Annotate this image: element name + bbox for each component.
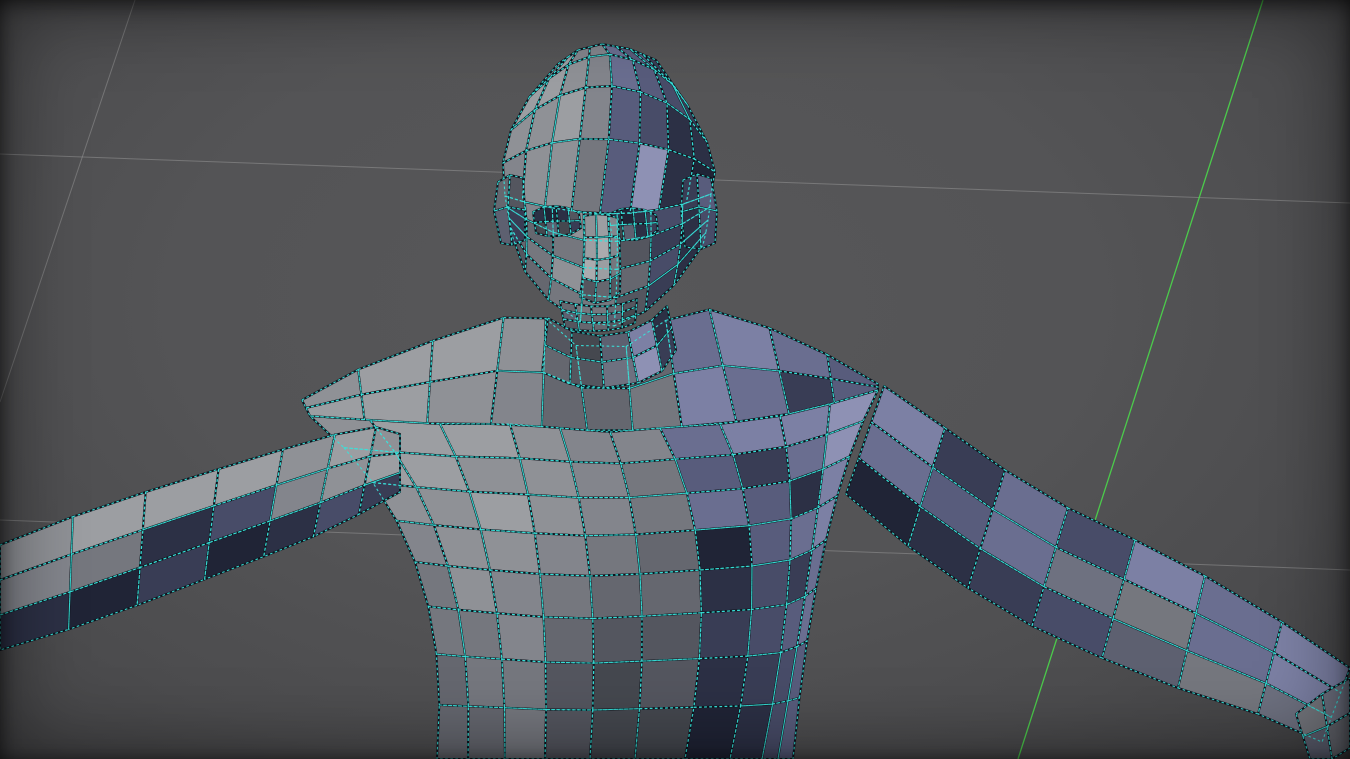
mesh-canvas[interactable] [0, 0, 1350, 759]
mesh-part-right-arm[interactable] [845, 385, 1350, 743]
viewport-3d[interactable] [0, 0, 1350, 759]
human-mesh-faces[interactable] [0, 43, 1350, 759]
mesh-part-left-arm[interactable] [0, 426, 401, 651]
